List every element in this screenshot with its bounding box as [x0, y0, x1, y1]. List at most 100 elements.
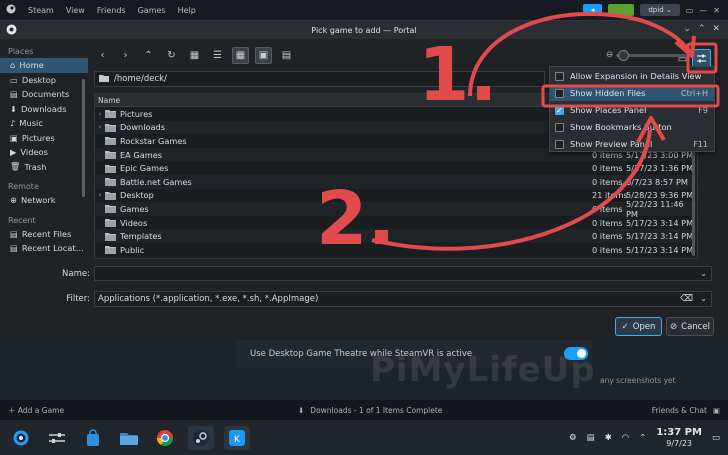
app-launcher-icon[interactable]	[8, 426, 34, 450]
username: dpid	[648, 6, 664, 14]
places-item-desktop[interactable]: ▭ Desktop	[0, 73, 88, 88]
steam-menu-games[interactable]: Games	[138, 6, 166, 15]
file-date: 5/17/23 3:14 PM	[626, 217, 694, 228]
tree-view-icon[interactable]: ▤	[278, 47, 295, 64]
steam-bottom-bar: ＋ Add a Game ⬇ Downloads - 1 of 1 Items C…	[0, 400, 728, 420]
file-row[interactable]: Public 0 items 5/17/23 3:14 PM	[95, 243, 697, 257]
places-item-home[interactable]: ⌂ Home	[0, 58, 88, 73]
add-game-button[interactable]: ＋ Add a Game	[8, 405, 64, 416]
expand-arrow-icon[interactable]: ›	[95, 191, 105, 199]
expand-arrow-icon[interactable]: ›	[95, 123, 105, 131]
cancel-button[interactable]: ⊘ Cancel	[666, 317, 714, 336]
file-count: 21 items	[592, 190, 628, 201]
tray-expand-icon[interactable]: ⌃	[639, 433, 646, 443]
close-icon[interactable]: ✕	[713, 6, 720, 15]
places-item-music[interactable]: ♪ Music	[0, 116, 88, 131]
menu-item-show-bookmarks-button[interactable]: Show Bookmarks Button	[550, 119, 714, 135]
window-maximize-icon[interactable]: ⌃	[698, 24, 706, 34]
forward-icon[interactable]: ›	[117, 47, 134, 64]
menu-item-shortcut: F11	[693, 139, 708, 149]
file-count: 0 items	[592, 176, 623, 187]
icons-view-icon[interactable]: ▦	[186, 47, 203, 64]
announcements-button[interactable]: ◂	[582, 4, 603, 16]
places-item-label: Recent Locat…	[21, 243, 84, 254]
menu-item-show-places-panel[interactable]: ✓ Show Places Panel F9	[550, 102, 714, 118]
menu-item-show-preview-panel[interactable]: Show Preview Panel F11	[550, 136, 714, 152]
compact-view-icon[interactable]: ☰	[209, 47, 226, 64]
places-item-label: Videos	[20, 147, 48, 158]
window-shade-icon[interactable]: ⌄	[683, 24, 691, 34]
chevron-down-icon[interactable]: ⌄	[700, 294, 707, 303]
zoom-out-icon[interactable]: ⊖	[606, 50, 613, 60]
steam-app-icon[interactable]	[188, 425, 214, 450]
name-input[interactable]: ⌄	[94, 266, 712, 281]
reload-icon[interactable]: ↻	[163, 47, 180, 64]
chrome-browser-icon[interactable]	[152, 426, 178, 450]
open-button[interactable]: ✓ Open	[615, 317, 662, 336]
bluetooth-icon[interactable]: ✱	[605, 433, 612, 443]
folder-icon	[105, 231, 119, 241]
steam-menu-steam[interactable]: Steam	[28, 6, 54, 15]
file-row[interactable]: Games 0 items 5/22/23 11:46 PM	[95, 199, 697, 219]
file-row[interactable]: Epic Games 0 items 5/17/23 1:36 PM	[95, 161, 697, 175]
checkbox[interactable]	[555, 88, 564, 98]
steam-menu-view[interactable]: View	[66, 6, 85, 15]
downloads-label: Downloads - 1 of 1 Items Complete	[310, 405, 443, 415]
filter-input[interactable]: Applications (*.application, *.exe, *.sh…	[94, 291, 712, 307]
parent-folder-icon[interactable]: ⌃	[140, 47, 157, 64]
steam-tray-icon[interactable]: ⚙	[569, 433, 577, 443]
places-item-network[interactable]: ⊕ Network	[0, 193, 88, 208]
clock[interactable]: 1:37 PM 9/7/23	[656, 427, 702, 449]
places-item-trash[interactable]: 🗑 Trash	[0, 160, 88, 175]
location-bar[interactable]: /home/deck/	[94, 71, 545, 87]
notifications-button[interactable]	[608, 4, 635, 16]
checkbox[interactable]	[555, 71, 564, 81]
menu-item-show-hidden-files[interactable]: Show Hidden Files Ctrl+H	[550, 85, 714, 101]
folder-icon	[105, 204, 119, 214]
kde-dialog-icon[interactable]: K	[224, 425, 250, 450]
places-item-recent-files[interactable]: ▤ Recent Files	[0, 227, 88, 242]
file-row[interactable]: › Desktop 21 items 5/28/23 9:36 PM	[95, 189, 697, 203]
steam-menu-friends[interactable]: Friends	[97, 6, 126, 15]
steam-menu-help[interactable]: Help	[178, 6, 196, 15]
places-item-label: Pictures	[21, 132, 55, 143]
preview-icon[interactable]: ▣	[255, 46, 272, 64]
file-row[interactable]: Templates 0 items 5/17/23 3:14 PM	[95, 229, 697, 243]
downloads-status[interactable]: ⬇ Downloads - 1 of 1 Items Complete	[298, 406, 442, 415]
window-close-icon[interactable]: ✕	[712, 24, 720, 34]
user-menu-button[interactable]: dpid ⌄	[640, 4, 680, 16]
places-item-pictures[interactable]: ▣ Pictures	[0, 131, 88, 146]
clear-icon[interactable]: ⌫	[680, 294, 693, 304]
wifi-icon[interactable]: ◠	[622, 433, 629, 443]
checkbox[interactable]	[555, 122, 564, 132]
places-scrollbar[interactable]	[82, 79, 85, 197]
file-row[interactable]: Videos 0 items 5/17/23 3:14 PM	[95, 216, 697, 230]
show-desktop-icon[interactable]: ▭	[712, 433, 720, 443]
file-row[interactable]: Battle.net Games 0 items 6/7/23 8:57 PM	[95, 174, 697, 189]
chevron-down-icon[interactable]: ⌄	[700, 269, 707, 278]
back-icon[interactable]: ‹	[94, 47, 111, 64]
discover-store-icon[interactable]	[80, 426, 106, 450]
screen-icon[interactable]: ▭	[686, 6, 694, 15]
open-label: Open	[632, 321, 656, 332]
column-header-label: Name	[98, 95, 121, 105]
expand-arrow-icon[interactable]: ›	[95, 110, 105, 118]
detailed-view-icon[interactable]: ▦	[232, 46, 249, 64]
checkbox[interactable]	[555, 139, 564, 149]
folder-icon	[105, 163, 119, 173]
settings-sliders-icon[interactable]	[44, 426, 70, 450]
places-item-recent-locations[interactable]: ▤ Recent Locat…	[0, 241, 88, 256]
home-icon: ⌂	[10, 60, 16, 71]
friends-chat-button[interactable]: Friends & Chat ▣	[652, 406, 720, 415]
checkbox[interactable]: ✓	[555, 105, 564, 115]
menu-item-label: Allow Expansion in Details View	[570, 71, 702, 81]
folder-icon	[105, 109, 119, 119]
clipboard-icon[interactable]: ▤	[587, 433, 595, 443]
file-manager-icon[interactable]	[116, 426, 142, 450]
places-item-downloads[interactable]: ⬇ Downloads	[0, 102, 88, 117]
file-count: 0 items	[592, 231, 623, 242]
places-item-documents[interactable]: ▤ Documents	[0, 87, 88, 102]
menu-item-allow-expansion-in-details-view[interactable]: Allow Expansion in Details View	[550, 68, 714, 84]
minimize-icon[interactable]: —	[699, 6, 707, 15]
places-item-videos[interactable]: ▶ Videos	[0, 145, 88, 160]
